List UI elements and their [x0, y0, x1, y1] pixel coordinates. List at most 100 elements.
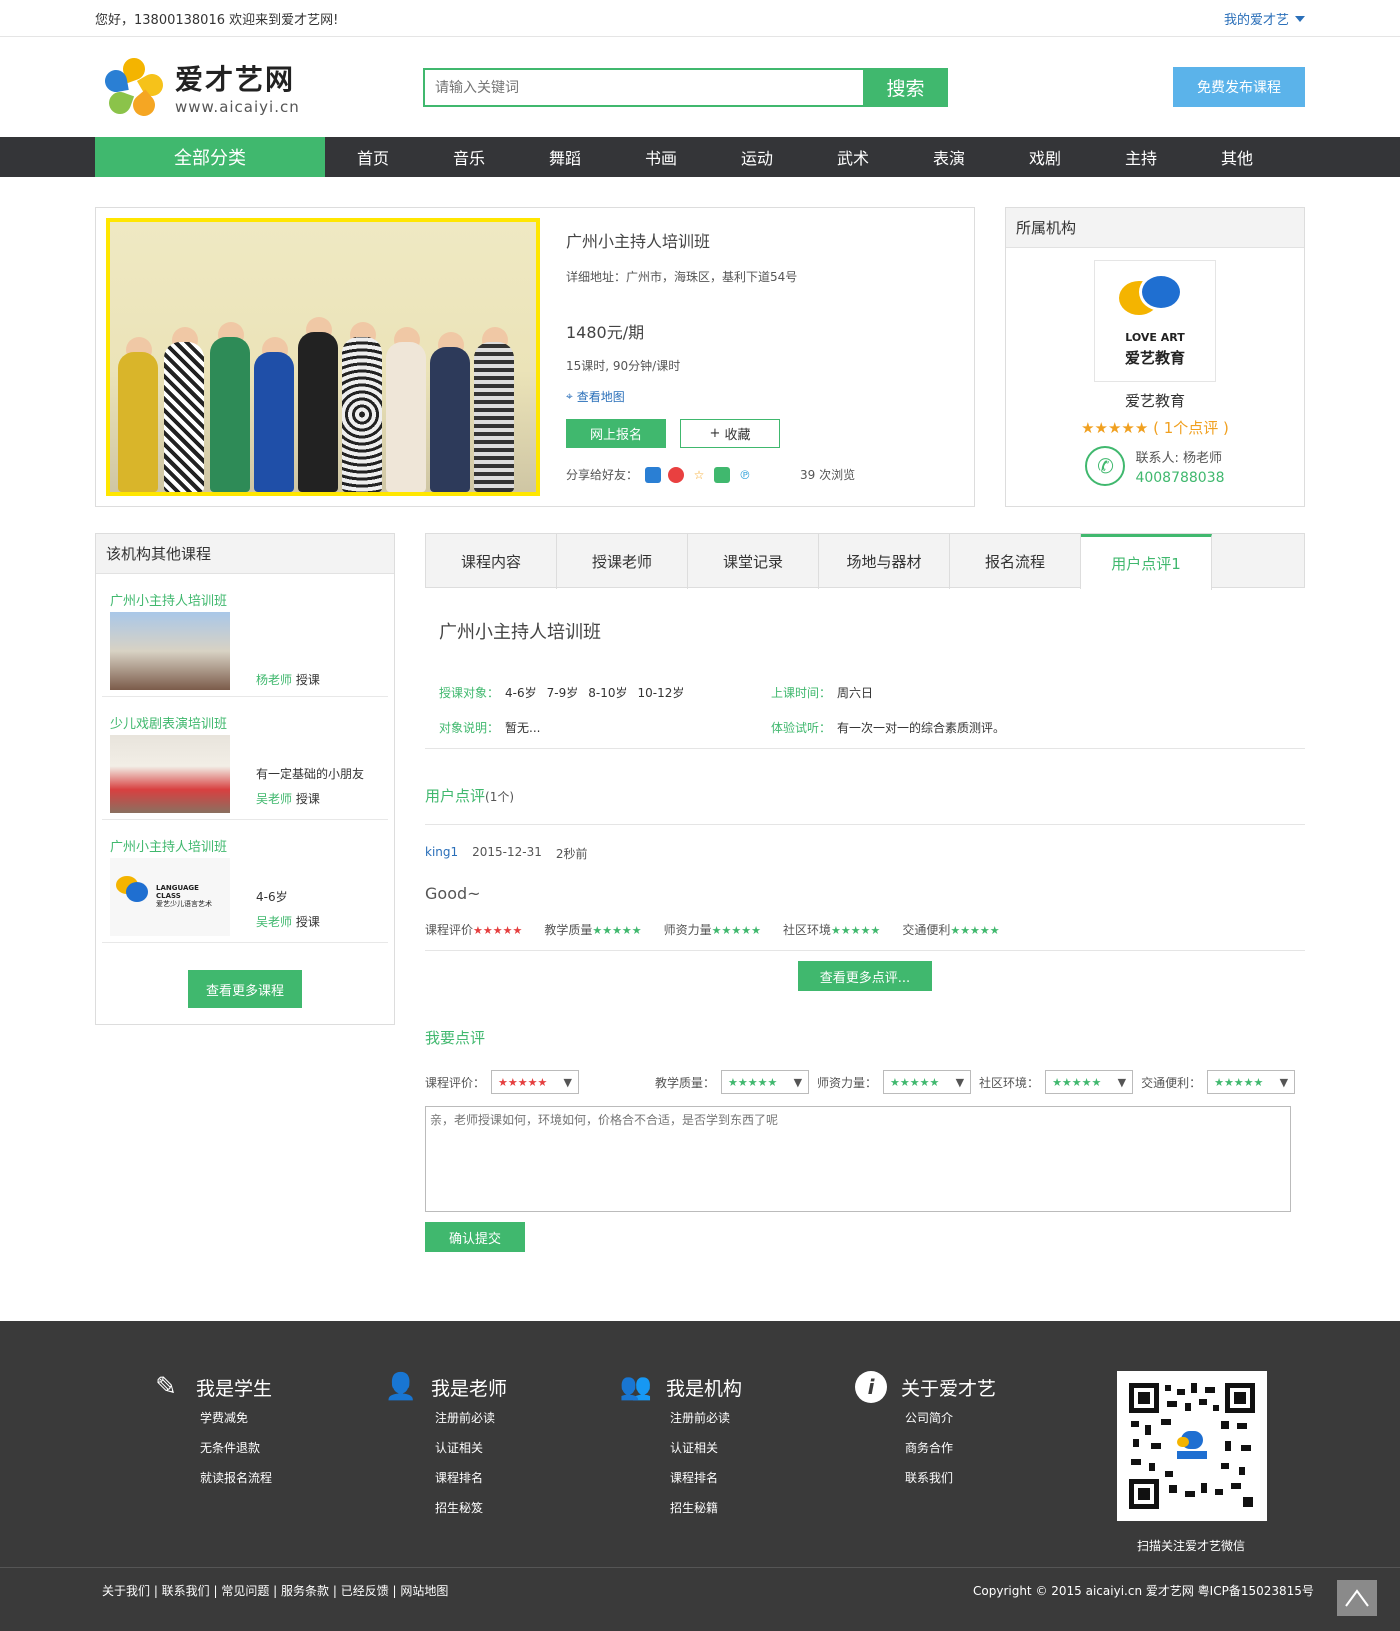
- list-item[interactable]: 广州小主持人培训班 LANGUAGE CLASS 爱艺少儿语言艺术 4-6岁 吴…: [102, 820, 388, 943]
- nav-item-other[interactable]: 其他: [1189, 145, 1285, 169]
- footer-link[interactable]: 认证相关: [670, 1439, 855, 1456]
- list-item[interactable]: 少儿戏剧表演培训班 有一定基础的小朋友 吴老师 授课: [102, 697, 388, 820]
- tab-user-reviews[interactable]: 用户点评1: [1081, 534, 1212, 590]
- other-course-title[interactable]: 广州小主持人培训班: [110, 836, 227, 855]
- tab-teachers[interactable]: 授课老师: [557, 534, 688, 589]
- footer-link[interactable]: 课程排名: [435, 1469, 620, 1486]
- footer-link[interactable]: 无条件退款: [200, 1439, 385, 1456]
- top-bar: 您好，13800138016 欢迎来到爱才艺网! 我的爱才艺: [0, 0, 1400, 37]
- nav-item-dance[interactable]: 舞蹈: [517, 145, 613, 169]
- review-ago: 2秒前: [555, 847, 588, 861]
- org-logo-text-top: LOVE ART: [1125, 331, 1185, 344]
- my-account-label: 我的爱才艺: [1223, 13, 1289, 28]
- footer-link[interactable]: 联系我们: [905, 1469, 1090, 1486]
- rating-label: 交通便利：: [1141, 1075, 1202, 1090]
- tencent-share-icon[interactable]: ℗: [737, 467, 753, 483]
- footer-link[interactable]: 招生秘笈: [435, 1499, 620, 1516]
- more-courses-button[interactable]: 查看更多课程: [188, 970, 302, 1008]
- weibo-share-icon[interactable]: [668, 466, 685, 483]
- enroll-online-button[interactable]: 网上报名: [566, 419, 666, 448]
- attr-trial: 体验试听： 有一次一对一的综合素质测评。: [771, 719, 1005, 736]
- nav-item-drama[interactable]: 戏剧: [997, 145, 1093, 169]
- nav-all-categories[interactable]: 全部分类: [95, 137, 325, 177]
- my-account-menu[interactable]: 我的爱才艺: [1224, 9, 1305, 28]
- nav-item-home[interactable]: 首页: [325, 145, 421, 169]
- review-meta: king1 2015-12-31 2秒前: [425, 845, 1305, 862]
- back-to-top-button[interactable]: [1337, 1580, 1377, 1616]
- phone-icon: ✆: [1085, 446, 1126, 486]
- tab-class-records[interactable]: 课堂记录: [688, 534, 819, 589]
- footer-link[interactable]: 认证相关: [435, 1439, 620, 1456]
- course-address: 详细地址：广州市，海珠区，基利下道54号: [566, 270, 798, 284]
- rating-select-teaching[interactable]: ★★★★★ ▼: [721, 1070, 810, 1094]
- org-stars: ★★★★★: [1081, 419, 1149, 437]
- other-course-thumb[interactable]: LANGUAGE CLASS 爱艺少儿语言艺术: [110, 858, 230, 936]
- footer-link[interactable]: 招生秘籍: [670, 1499, 855, 1516]
- footer-link[interactable]: 注册前必读: [435, 1409, 620, 1426]
- rating-value: ★★★★★: [1052, 1075, 1102, 1089]
- caret-down-icon: [1295, 15, 1305, 22]
- contact-phone: 4008788038: [1135, 469, 1225, 486]
- tab-enroll-process[interactable]: 报名流程: [950, 534, 1081, 589]
- age-range: 4-6岁: [505, 686, 537, 700]
- footer-link[interactable]: 学费减免: [200, 1409, 385, 1426]
- list-item[interactable]: 广州小主持人培训班 杨老师 授课: [102, 574, 388, 697]
- nav-item-martial-arts[interactable]: 武术: [805, 145, 901, 169]
- review-user[interactable]: king1: [425, 845, 458, 862]
- other-course-title[interactable]: 广州小主持人培训班: [110, 590, 227, 609]
- contact-person: 联系人: 杨老师: [1135, 450, 1222, 466]
- submit-review-button[interactable]: 确认提交: [425, 1222, 525, 1252]
- organization-card: 所属机构 LOVE ART 爱艺教育 爱艺教育 ★★★★★ ( 1个点评 ) ✆…: [1005, 207, 1305, 507]
- nav-item-painting[interactable]: 书画: [613, 145, 709, 169]
- tab-venue[interactable]: 场地与器材: [819, 534, 950, 589]
- rating-select-course[interactable]: ★★★★★ ▼: [491, 1070, 580, 1094]
- view-map-link[interactable]: ⌖ 查看地图: [566, 388, 855, 405]
- other-course-thumb[interactable]: [110, 612, 230, 690]
- favorite-button[interactable]: + 收藏: [680, 419, 780, 448]
- course-photo[interactable]: [106, 218, 540, 496]
- footer-link[interactable]: 公司简介: [905, 1409, 1090, 1426]
- nav-item-music[interactable]: 音乐: [421, 145, 517, 169]
- org-logo[interactable]: LOVE ART 爱艺教育: [1094, 260, 1216, 382]
- other-course-title[interactable]: 少儿戏剧表演培训班: [110, 713, 227, 732]
- footer-link[interactable]: 课程排名: [670, 1469, 855, 1486]
- other-courses-heading: 该机构其他课程: [96, 534, 394, 574]
- footer-link[interactable]: 商务合作: [905, 1439, 1090, 1456]
- score-item: 教学质量★★★★★: [544, 921, 641, 938]
- star-share-icon[interactable]: ☆: [691, 467, 707, 483]
- nav-item-hosting[interactable]: 主持: [1093, 145, 1189, 169]
- attr-target-label: 授课对象：: [439, 686, 500, 700]
- teacher-name[interactable]: 吴老师: [256, 915, 292, 929]
- teacher-name[interactable]: 吴老师: [256, 792, 292, 806]
- org-name[interactable]: 爱艺教育: [1006, 390, 1304, 411]
- rating-label: 社区环境：: [979, 1075, 1040, 1090]
- teacher-name[interactable]: 杨老师: [256, 673, 292, 687]
- rating-group: 交通便利： ★★★★★ ▼: [1141, 1070, 1296, 1094]
- tab-course-content[interactable]: 课程内容: [426, 534, 557, 589]
- more-reviews-button[interactable]: 查看更多点评...: [798, 961, 932, 991]
- other-course-thumb[interactable]: [110, 735, 230, 813]
- rating-label: 师资力量：: [817, 1075, 878, 1090]
- rating-select-transport[interactable]: ★★★★★ ▼: [1207, 1070, 1296, 1094]
- review-textarea[interactable]: [425, 1106, 1291, 1212]
- nav-item-sports[interactable]: 运动: [709, 145, 805, 169]
- rating-select-community[interactable]: ★★★★★ ▼: [1045, 1070, 1134, 1094]
- nav-item-performance[interactable]: 表演: [901, 145, 997, 169]
- score-label: 交通便利: [902, 923, 951, 937]
- org-review-count[interactable]: ( 1个点评 ): [1153, 419, 1229, 437]
- footer-col-student: ✎ 我是学生 学费减免 无条件退款 就读报名流程: [150, 1371, 385, 1529]
- score-stars: ★★★★★: [473, 924, 523, 937]
- footer-link[interactable]: 注册前必读: [670, 1409, 855, 1426]
- rating-value: ★★★★★: [890, 1075, 940, 1089]
- qzone-share-icon[interactable]: [645, 466, 662, 483]
- site-logo[interactable]: 爱才艺网 www.aicaiyi.cn: [95, 54, 435, 121]
- publish-course-button[interactable]: 免费发布课程: [1173, 67, 1305, 107]
- footer-bottom-links[interactable]: 关于我们 | 联系我们 | 常见问题 | 服务条款 | 已经反馈 | 网站地图: [102, 1582, 448, 1599]
- search-input[interactable]: [423, 67, 863, 107]
- rating-select-faculty[interactable]: ★★★★★ ▼: [883, 1070, 972, 1094]
- search-button[interactable]: 搜索: [863, 67, 948, 107]
- footer-link[interactable]: 就读报名流程: [200, 1469, 385, 1486]
- class-logo-line1: LANGUAGE: [156, 884, 199, 892]
- wechat-share-icon[interactable]: [714, 466, 731, 483]
- score-label: 课程评价: [425, 923, 474, 937]
